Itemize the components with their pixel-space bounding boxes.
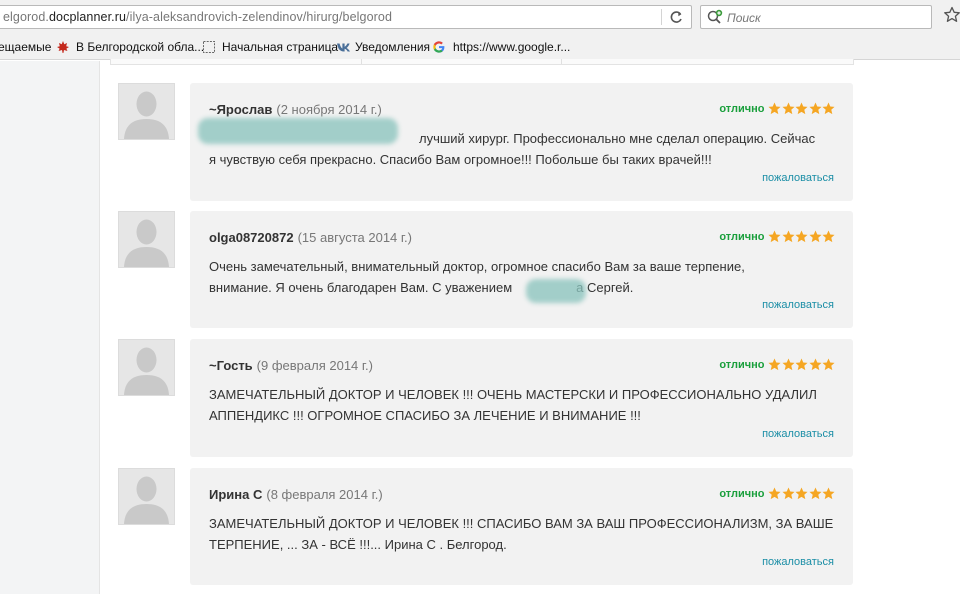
avatar [118,339,175,396]
rating-star-icon [808,487,822,500]
rating-star-icon [808,358,822,371]
rating-star-icon [822,230,835,243]
page-icon [203,41,215,53]
review-date: (8 февраля 2014 г.) [266,487,383,502]
avatar [118,211,175,268]
rating-stars [768,230,836,248]
rating-star-icon [768,230,781,243]
author-name: ~Ярослав [209,102,273,117]
review-text-line: лучший хирург. Профессионально мне сдела… [419,131,816,146]
browser-toolbar: elgorod.docplanner.ru/ilya-aleksandrovic… [0,0,960,34]
previous-panel-edge [110,59,854,65]
avatar [118,83,175,140]
rating-star-icon [768,102,781,115]
rating-star-icon [781,102,795,115]
address-url[interactable]: elgorod.docplanner.ru/ilya-aleksandrovic… [3,10,392,24]
complain-link[interactable]: пожаловаться [762,428,834,440]
review-date: (15 августа 2014 г.) [297,230,412,245]
rating-star-icon [768,358,781,371]
left-sidebar [0,61,100,594]
complain-link[interactable]: пожаловаться [762,556,834,568]
review-text: лучший хирург. Профессионально мне сдела… [209,128,841,170]
bookmark-google[interactable]: https://www.google.r... [453,40,570,54]
avatar [118,468,175,525]
avatar-placeholder-icon [124,219,169,267]
rating-star-icon [768,487,781,500]
rating-stars [768,358,836,376]
review-text: ЗАМЕЧАТЕЛЬНЫЙ ДОКТОР И ЧЕЛОВЕК !!! СПАСИ… [209,513,841,555]
review-rating: отлично [719,102,835,118]
bookmark-belgorod[interactable]: В Белгородской обла... [76,40,204,54]
review-text-line: внимание. Я очень благодарен Вам. С уваж… [209,280,513,295]
review-text: Очень замечательный, внимательный доктор… [209,256,841,298]
bookmark-home[interactable]: Начальная страница [222,40,338,54]
search-box[interactable]: Поиск [700,5,932,29]
review-text-line: ТЕРПЕНИЕ, ... ЗА - ВСЁ !!!... Ирина С . … [209,537,507,552]
url-path: /ilya-aleksandrovich-zelendinov/hirurg/b… [126,10,393,24]
review-text-line: ЗАМЕЧАТЕЛЬНЫЙ ДОКТОР И ЧЕЛОВЕК !!! ОЧЕНЬ… [209,387,817,402]
review-text: ЗАМЕЧАТЕЛЬНЫЙ ДОКТОР И ЧЕЛОВЕК !!! ОЧЕНЬ… [209,384,841,426]
review-author[interactable]: Ирина С (8 февраля 2014 г.) [209,487,383,502]
rating-stars [768,487,836,505]
search-engine-icon[interactable] [706,9,724,25]
page-content: ~Ярослав (2 ноября 2014 г.) отлично лучши… [0,59,960,594]
rating-label: отлично [719,231,765,243]
review-author[interactable]: ~Гость (9 февраля 2014 г.) [209,358,373,373]
complain-link[interactable]: пожаловаться [762,299,834,311]
review-date: (9 февраля 2014 г.) [256,358,373,373]
rating-star-icon [822,487,835,500]
rating-star-icon [822,102,835,115]
rating-label: отлично [719,103,765,115]
address-bar[interactable]: elgorod.docplanner.ru/ilya-aleksandrovic… [0,5,692,29]
avatar-placeholder-icon [124,91,169,139]
author-name: ~Гость [209,358,253,373]
author-name: olga08720872 [209,230,294,245]
google-icon [433,41,445,53]
review-card: ~Ярослав (2 ноября 2014 г.) отлично лучши… [190,83,853,201]
review-rating: отлично [719,358,835,374]
rating-star-icon [795,487,808,500]
redacted-name [526,279,586,303]
review-rating: отлично [719,230,835,246]
url-host: docplanner.ru [48,10,127,24]
review-text-line: Очень замечательный, внимательный доктор… [209,259,745,274]
review-card: ~Гость (9 февраля 2014 г.) отлично ЗАМЕЧА… [190,339,853,457]
bookmark-frequent[interactable]: ещаемые [0,40,51,54]
avatar-placeholder-icon [124,476,169,524]
review-text-line: АППЕНДИКС !!! ОГРОМНОЕ СПАСИБО ЗА ЛЕЧЕНИ… [209,408,641,423]
url-prefix: elgorod. [3,10,49,24]
review-text-line: ЗАМЕЧАТЕЛЬНЫЙ ДОКТОР И ЧЕЛОВЕК !!! СПАСИ… [209,516,834,531]
reload-button[interactable] [665,7,689,27]
search-placeholder: Поиск [727,11,761,25]
address-divider [661,9,662,25]
bookmark-star-icon[interactable] [943,6,960,24]
bookmark-notifications[interactable]: Уведомления [355,40,430,54]
rating-star-icon [795,358,808,371]
review-author[interactable]: ~Ярослав (2 ноября 2014 г.) [209,102,382,117]
avatar-placeholder-icon [124,347,169,395]
rating-star-icon [822,358,835,371]
vk-icon [337,43,350,52]
rating-star-icon [808,102,822,115]
complain-link[interactable]: пожаловаться [762,172,834,184]
review-date: (2 ноября 2014 г.) [276,102,382,117]
bookmarks-bar: ещаемые В Белгородской обла... Начальная… [0,34,960,60]
rating-star-icon [781,358,795,371]
author-name: Ирина С [209,487,263,502]
review-text-line: я чувствую себя прекрасно. Спасибо Вам о… [209,152,712,167]
rating-star-icon [781,487,795,500]
review-author[interactable]: olga08720872 (15 августа 2014 г.) [209,230,412,245]
rating-star-icon [781,230,795,243]
rating-label: отлично [719,488,765,500]
rating-star-icon [808,230,822,243]
rating-star-icon [795,102,808,115]
rating-stars [768,102,836,120]
maple-leaf-icon [57,41,69,53]
rating-star-icon [795,230,808,243]
review-rating: отлично [719,487,835,503]
rating-label: отлично [719,359,765,371]
review-card: olga08720872 (15 августа 2014 г.) отлично… [190,211,853,328]
review-card: Ирина С (8 февраля 2014 г.) отлично ЗАМЕЧ… [190,468,853,585]
reload-icon [670,11,682,23]
